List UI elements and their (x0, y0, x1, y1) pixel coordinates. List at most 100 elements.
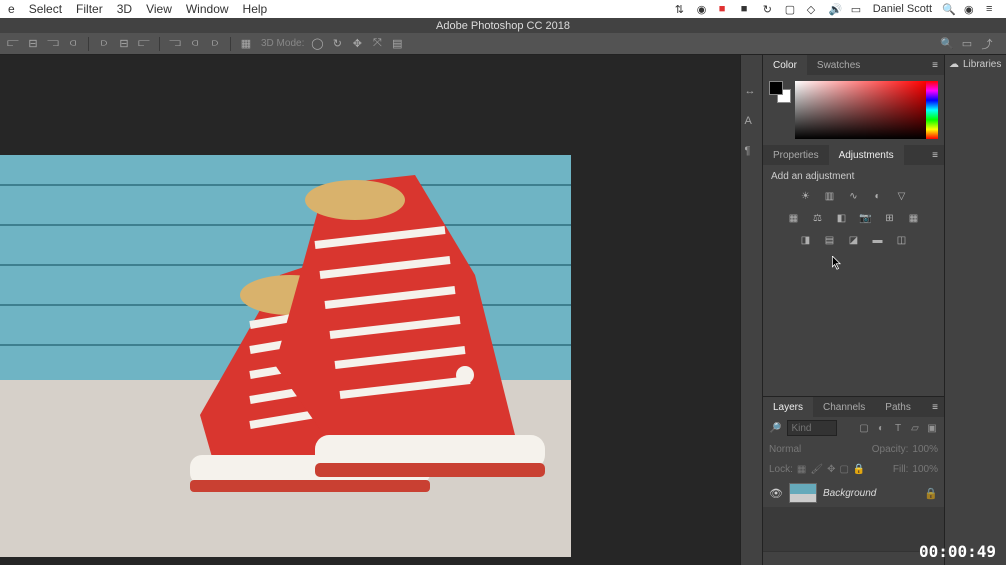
canvas-image[interactable] (0, 155, 571, 557)
filter-shape-icon[interactable]: ▱ (909, 422, 921, 434)
tab-paths[interactable]: Paths (875, 397, 921, 417)
align-bottom-icon[interactable]: ⫐ (97, 37, 111, 51)
hue-sat-icon[interactable]: ▦ (786, 210, 802, 226)
siri-icon[interactable]: ◉ (964, 3, 976, 15)
time-machine-icon[interactable]: ↻ (763, 3, 775, 15)
filter-pixel-icon[interactable]: ▢ (858, 422, 870, 434)
fg-bg-swatch[interactable] (769, 81, 791, 103)
tab-properties[interactable]: Properties (763, 145, 829, 165)
wifi-icon[interactable]: ◇ (807, 3, 819, 15)
filter-kind-input[interactable] (787, 420, 837, 436)
opacity-value[interactable]: 100% (912, 444, 938, 455)
panel-menu-icon[interactable]: ≡ (926, 145, 944, 165)
menu-item[interactable]: 3D (117, 2, 132, 16)
layer-name[interactable]: Background (823, 488, 876, 499)
fill-value[interactable]: 100% (912, 464, 938, 475)
levels-icon[interactable]: ▥ (822, 188, 838, 204)
dropbox-icon[interactable]: ⇅ (675, 3, 687, 15)
layer-thumbnail[interactable] (789, 483, 817, 503)
invert-icon[interactable]: ◨ (798, 232, 814, 248)
workspace-icon[interactable]: ▭ (960, 37, 974, 51)
color-lookup-icon[interactable]: ▦ (906, 210, 922, 226)
blend-mode-select[interactable]: Normal (769, 444, 868, 455)
tab-color[interactable]: Color (763, 55, 807, 75)
selective-color-icon[interactable]: ◫ (894, 232, 910, 248)
share-icon[interactable]: ⤴ (980, 37, 994, 51)
status-icon[interactable]: ■ (741, 3, 753, 15)
pan-icon[interactable]: ✥ (350, 37, 364, 51)
filter-smart-icon[interactable]: ▣ (926, 422, 938, 434)
panel-menu-icon[interactable]: ≡ (926, 55, 944, 75)
canvas-area[interactable] (0, 55, 740, 565)
slide-icon[interactable]: ⤧ (370, 37, 384, 51)
battery-icon[interactable]: ▭ (851, 3, 863, 15)
airplay-icon[interactable]: ▢ (785, 3, 797, 15)
hue-strip[interactable] (926, 81, 938, 139)
menu-item[interactable]: Window (186, 2, 229, 16)
align-right-icon[interactable]: ⫎ (46, 37, 60, 51)
menu-item[interactable]: e (8, 2, 15, 16)
auto-align-icon[interactable]: ▦ (239, 37, 253, 51)
posterize-icon[interactable]: ▤ (822, 232, 838, 248)
layer-row[interactable]: 👁 Background 🔒 (763, 479, 944, 507)
history-icon[interactable]: ↔ (745, 85, 759, 99)
tab-swatches[interactable]: Swatches (807, 55, 870, 75)
lock-transparent-icon[interactable]: ▦ (797, 464, 806, 475)
color-field[interactable] (795, 81, 926, 139)
distribute-v-icon[interactable]: ⫎ (168, 37, 182, 51)
orbit-icon[interactable]: ◯ (310, 37, 324, 51)
character-icon[interactable]: A (745, 115, 759, 129)
bw-icon[interactable]: ◧ (834, 210, 850, 226)
color-picker[interactable] (795, 81, 938, 139)
filter-search-icon[interactable]: 🔎 (769, 423, 781, 434)
lock-position-icon[interactable]: ✥ (827, 464, 835, 475)
curves-icon[interactable]: ∿ (846, 188, 862, 204)
gradient-map-icon[interactable]: ▬ (870, 232, 886, 248)
align-top-icon[interactable]: ⫏ (66, 37, 80, 51)
distribute2-icon[interactable]: ⫐ (208, 37, 222, 51)
fg-color[interactable] (769, 81, 783, 95)
filter-type-icon[interactable]: T (892, 422, 904, 434)
align-center-h-icon[interactable]: ⊟ (26, 37, 40, 51)
menu-item[interactable]: Filter (76, 2, 103, 16)
lock-all-icon[interactable]: 🔒 (853, 464, 865, 475)
color-balance-icon[interactable]: ⚖ (810, 210, 826, 226)
distribute-icon[interactable]: ⫏ (188, 37, 202, 51)
exposure-icon[interactable]: ◐ (870, 188, 886, 204)
add-adjustment-label: Add an adjustment (771, 171, 936, 182)
layers-filter-row: 🔎 ▢ ◐ T ▱ ▣ (763, 417, 944, 439)
channel-mixer-icon[interactable]: ⊞ (882, 210, 898, 226)
mac-menubar: e Select Filter 3D View Window Help ⇅ ◉ … (0, 0, 1006, 18)
panel-menu-icon[interactable]: ≡ (926, 397, 944, 417)
brightness-icon[interactable]: ☀ (798, 188, 814, 204)
scale-icon[interactable]: ▤ (390, 37, 404, 51)
user-name[interactable]: Daniel Scott (873, 3, 932, 15)
menu-item[interactable]: Select (29, 2, 62, 16)
tab-channels[interactable]: Channels (813, 397, 875, 417)
tab-layers[interactable]: Layers (763, 397, 813, 417)
align-center-v-icon[interactable]: ⊟ (117, 37, 131, 51)
menu-item[interactable]: View (146, 2, 172, 16)
tab-adjustments[interactable]: Adjustments (829, 145, 904, 165)
menu-item[interactable]: Help (243, 2, 268, 16)
tab-libraries[interactable]: ☁ Libraries (945, 55, 1005, 74)
align-left-icon[interactable]: ⫍ (6, 37, 20, 51)
rotate-icon[interactable]: ↻ (330, 37, 344, 51)
visibility-icon[interactable]: 👁 (769, 486, 783, 500)
distribute-h-icon[interactable]: ⫍ (137, 37, 151, 51)
spotlight-icon[interactable]: 🔍 (942, 3, 954, 15)
lock-artboard-icon[interactable]: ▢ (839, 464, 848, 475)
record-icon[interactable]: ■ (719, 3, 731, 15)
cc-icon[interactable]: ◉ (697, 3, 709, 15)
lock-icon[interactable]: 🔒 (924, 487, 938, 500)
paragraph-icon[interactable]: ¶ (745, 145, 759, 159)
threshold-icon[interactable]: ◪ (846, 232, 862, 248)
lock-image-icon[interactable]: 🖌 (810, 464, 823, 475)
notifications-icon[interactable]: ≡ (986, 3, 998, 15)
volume-icon[interactable]: 🔊 (829, 3, 841, 15)
search-icon[interactable]: 🔍 (940, 37, 954, 51)
filter-adjust-icon[interactable]: ◐ (875, 422, 887, 434)
timestamp: 00:00:49 (919, 542, 996, 561)
vibrance-icon[interactable]: ▽ (894, 188, 910, 204)
photo-filter-icon[interactable]: 📷 (858, 210, 874, 226)
